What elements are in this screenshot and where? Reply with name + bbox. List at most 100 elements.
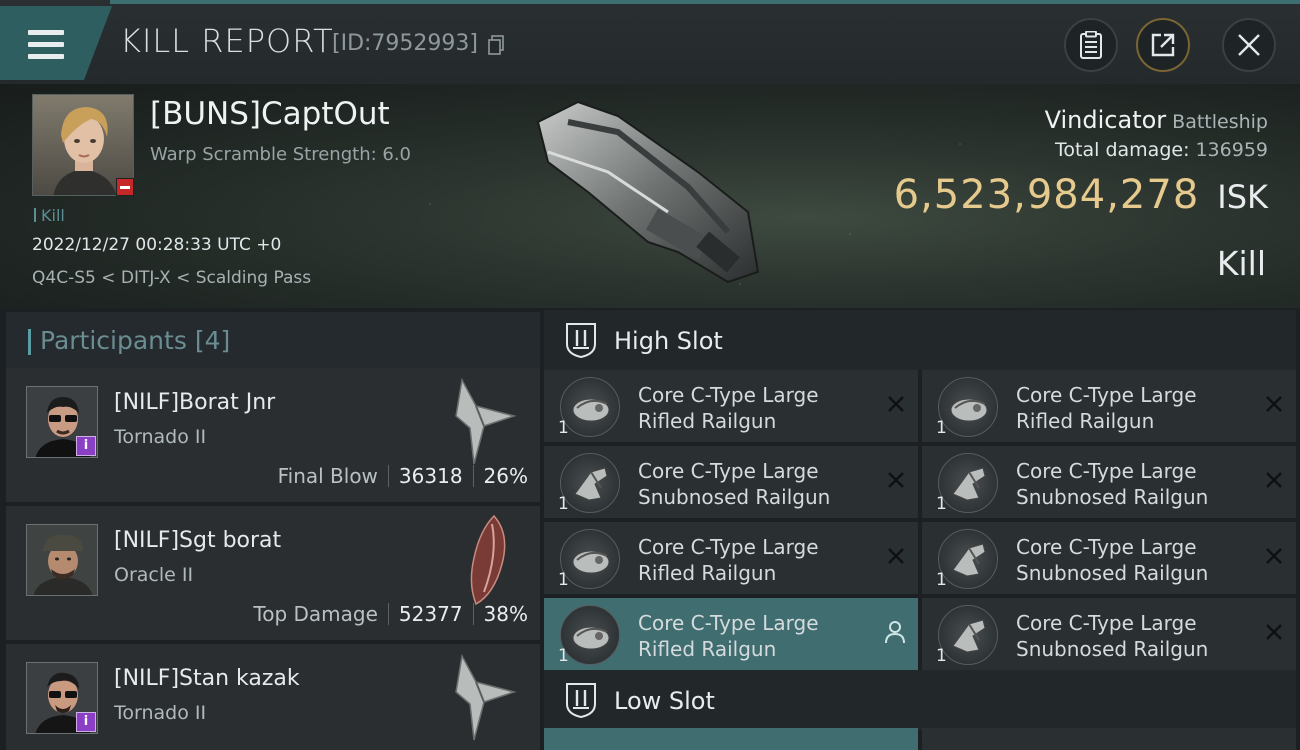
info-badge: i — [76, 436, 96, 456]
damage-value: 52377 — [398, 602, 463, 626]
hamburger-icon — [28, 30, 64, 60]
participant-row[interactable]: i [NILF]Stan kazak Tornado II — [6, 644, 540, 750]
high-slot-label: High Slot — [614, 327, 723, 355]
module-item[interactable]: 1 Core C-Type Large Snubnosed Railgun — [544, 446, 918, 518]
ship-icon — [470, 514, 506, 606]
victim-ship-render[interactable] — [528, 92, 768, 292]
participant-name[interactable]: [NILF]Stan kazak — [114, 666, 300, 691]
title-bar: KILL REPORT [ID:7952993] — [0, 0, 1300, 84]
destroyed-x-icon — [1266, 472, 1282, 488]
module-quantity: 1 — [558, 570, 569, 590]
railgun-icon — [560, 377, 620, 437]
close-button[interactable] — [1222, 18, 1276, 72]
isk-value: 6,523,984,278 ISK — [894, 172, 1268, 218]
module-item[interactable]: 1 Core C-Type Large Snubnosed Railgun — [922, 598, 1296, 670]
railgun-icon — [938, 529, 998, 589]
module-name: Core C-Type Large Rifled Railgun — [638, 611, 819, 661]
participant-ship: Oracle II — [114, 564, 194, 586]
destroyed-x-icon — [1266, 548, 1282, 564]
info-badge: i — [76, 712, 96, 732]
module-quantity: 1 — [936, 570, 947, 590]
isk-amount: 6,523,984,278 — [893, 172, 1200, 218]
stat-label: Top Damage — [253, 602, 378, 626]
low-slot-header: Low Slot — [544, 670, 1296, 730]
participant-stats: Top Damage 52377 38% — [253, 602, 528, 626]
participant-row[interactable]: [NILF]Sgt borat Oracle II Top Damage 5237… — [6, 506, 540, 640]
low-slot-module-partial[interactable] — [922, 728, 1296, 750]
module-item[interactable]: 1 Core C-Type Large Rifled Railgun — [544, 522, 918, 594]
close-icon — [1238, 34, 1260, 56]
module-quantity: 1 — [558, 494, 569, 514]
high-slot-header: High Slot — [544, 310, 1296, 370]
participant-ship: Tornado II — [114, 426, 207, 448]
destroyed-x-icon — [888, 396, 904, 412]
fitting-panel: High Slot 1 Core C-Type Large Rifled Railg… — [540, 308, 1300, 750]
report-button[interactable] — [1064, 18, 1118, 72]
module-quantity: 1 — [558, 646, 569, 666]
total-damage-value: 136959 — [1195, 139, 1268, 161]
module-quantity: 1 — [558, 418, 569, 438]
participants-panel: Participants [4] i [NILF]Borat Jnr Torna… — [0, 308, 540, 750]
participants-header: Participants [4] — [6, 312, 540, 370]
title-accent-line — [110, 0, 1300, 4]
module-quantity: 1 — [936, 646, 947, 666]
module-name: Core C-Type Large Snubnosed Railgun — [1016, 535, 1209, 585]
result-label: Kill — [1216, 244, 1266, 283]
participants-count: [4] — [194, 326, 231, 355]
railgun-icon — [560, 605, 620, 665]
kill-timestamp: 2022/12/27 00:28:33 UTC +0 — [32, 235, 282, 255]
railgun-icon — [938, 453, 998, 513]
damage-percent: 26% — [483, 464, 528, 488]
module-quantity: 1 — [936, 418, 947, 438]
module-name: Core C-Type Large Rifled Railgun — [1016, 383, 1197, 433]
standing-negative-badge — [116, 178, 134, 196]
participant-name[interactable]: [NILF]Borat Jnr — [114, 390, 275, 415]
module-quantity: 1 — [936, 494, 947, 514]
low-slot-label: Low Slot — [614, 687, 715, 715]
module-name: Core C-Type Large Snubnosed Railgun — [1016, 459, 1209, 509]
railgun-icon — [938, 605, 998, 665]
stat-label: Final Blow — [277, 464, 378, 488]
participant-row[interactable]: i [NILF]Borat Jnr Tornado II Final Blow 3… — [6, 368, 540, 502]
participant-name[interactable]: [NILF]Sgt borat — [114, 528, 281, 553]
share-icon — [1151, 33, 1175, 57]
clipboard-icon — [1080, 31, 1102, 59]
railgun-icon — [560, 529, 620, 589]
victim-name[interactable]: [BUNS]CaptOut — [150, 96, 390, 132]
share-button[interactable] — [1136, 18, 1190, 72]
ship-name[interactable]: Vindicator — [1045, 106, 1167, 134]
damage-percent: 38% — [483, 602, 528, 626]
ship-icon — [455, 377, 517, 465]
damage-value: 36318 — [398, 464, 463, 488]
module-name: Core C-Type Large Snubnosed Railgun — [1016, 611, 1209, 661]
kill-report-window: { "window": { "title": "KILL REPORT", "r… — [0, 0, 1300, 750]
menu-button[interactable] — [0, 6, 112, 80]
module-item[interactable]: 1 Core C-Type Large Snubnosed Railgun — [922, 446, 1296, 518]
kill-location: Q4C-S5 < DITJ-X < Scalding Pass — [32, 268, 312, 288]
railgun-icon — [938, 377, 998, 437]
copy-icon[interactable] — [488, 35, 504, 55]
low-slot-module-partial[interactable] — [544, 728, 918, 750]
window-title: KILL REPORT — [120, 22, 334, 60]
warp-scramble-strength: Warp Scramble Strength: 6.0 — [150, 144, 412, 165]
module-name: Core C-Type Large Snubnosed Railgun — [638, 459, 831, 509]
high-slot-icon — [566, 323, 596, 358]
module-item[interactable]: 1 Core C-Type Large Rifled Railgun — [544, 370, 918, 442]
ship-icon — [455, 653, 517, 741]
module-item[interactable]: 1 Core C-Type Large Rifled Railgun — [544, 598, 918, 670]
victim-ship-type: Vindicator Battleship — [1045, 106, 1268, 134]
module-name: Core C-Type Large Rifled Railgun — [638, 535, 819, 585]
railgun-icon — [560, 453, 620, 513]
destroyed-x-icon — [888, 548, 904, 564]
isk-unit: ISK — [1217, 178, 1268, 216]
destroyed-x-icon — [888, 472, 904, 488]
total-damage-label: Total damage: — [1055, 139, 1190, 161]
module-item[interactable]: 1 Core C-Type Large Snubnosed Railgun — [922, 522, 1296, 594]
dropped-person-icon — [885, 621, 905, 644]
module-item[interactable]: 1 Core C-Type Large Rifled Railgun — [922, 370, 1296, 442]
kill-tag: Kill — [34, 206, 65, 225]
module-name: Core C-Type Large Rifled Railgun — [638, 383, 819, 433]
participant-ship: Tornado II — [114, 702, 207, 724]
participants-title: Participants [4] — [40, 326, 231, 355]
participant-portrait[interactable] — [26, 524, 98, 596]
